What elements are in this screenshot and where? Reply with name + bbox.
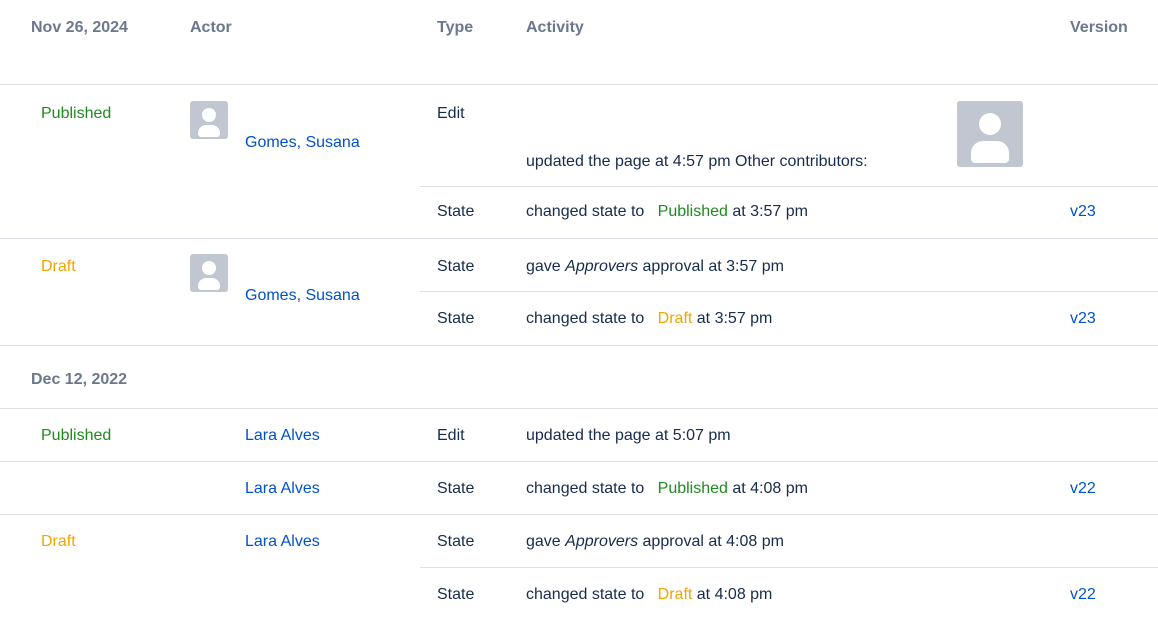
header-version: Version (1070, 19, 1128, 36)
row-divider (0, 514, 1158, 515)
header-activity: Activity (526, 19, 584, 36)
type-label: Edit (437, 427, 465, 444)
contributor-avatar-icon[interactable] (957, 101, 1023, 167)
state-label-draft: Draft (41, 258, 76, 275)
activity-prefix: changed state to (526, 310, 645, 327)
table-header: Nov 26, 2024 Actor Type Activity Version (0, 0, 1158, 84)
page-history-table: Nov 26, 2024 Actor Type Activity Version… (0, 0, 1158, 618)
type-label: State (437, 480, 475, 497)
version-link[interactable]: v22 (1070, 585, 1096, 605)
activity-text: changed state to Published at 3:57 pm (526, 202, 808, 222)
actor-link[interactable]: Gomes, Susana (245, 133, 360, 153)
header-type: Type (437, 19, 474, 36)
activity-emphasis: Approvers (565, 258, 639, 275)
user-avatar-icon (190, 101, 228, 139)
type-label: State (437, 310, 475, 327)
row-divider (0, 461, 1158, 462)
header-date: Nov 26, 2024 (31, 19, 128, 36)
header-divider (0, 84, 1158, 85)
version-link[interactable]: v22 (1070, 479, 1096, 499)
activity-prefix: changed state to (526, 586, 645, 603)
type-label: Edit (437, 105, 465, 122)
type-label: State (437, 258, 475, 275)
user-avatar-icon (190, 254, 228, 292)
activity-suffix: at 4:08 pm (732, 480, 808, 497)
row-divider (420, 567, 1158, 568)
version-link[interactable]: v23 (1070, 309, 1096, 329)
activity-suffix: at 4:08 pm (696, 586, 773, 603)
group-divider (0, 408, 1158, 409)
version-link[interactable]: v23 (1070, 202, 1096, 222)
actor-link[interactable]: Lara Alves (245, 426, 320, 446)
activity-prefix: changed state to (526, 203, 645, 220)
state-label-published: Published (41, 427, 112, 444)
activity-suffix: at 3:57 pm (732, 203, 808, 220)
activity-suffix: at 3:57 pm (696, 310, 773, 327)
activity-prefix: changed state to (526, 480, 645, 497)
actor-link[interactable]: Gomes, Susana (245, 286, 360, 306)
activity-suffix: approval at 3:57 pm (642, 258, 784, 275)
activity-state-draft: Draft (657, 310, 693, 327)
activity-prefix: gave (526, 533, 561, 550)
type-label: State (437, 533, 475, 550)
activity-text: updated the page at 4:57 pm Other contri… (526, 153, 868, 170)
activity-text: changed state to Draft at 4:08 pm (526, 585, 772, 605)
type-label: State (437, 586, 475, 603)
activity-state-draft: Draft (657, 586, 693, 603)
header-actor: Actor (190, 19, 232, 36)
state-label-published: Published (41, 105, 112, 122)
actor-link[interactable]: Lara Alves (245, 532, 320, 552)
group-divider (0, 345, 1158, 346)
activity-prefix: gave (526, 258, 561, 275)
activity-state-published: Published (657, 480, 728, 497)
activity-text: changed state to Published at 4:08 pm (526, 479, 808, 499)
activity-suffix: approval at 4:08 pm (642, 533, 784, 550)
date-group-heading: Dec 12, 2022 (31, 371, 128, 388)
actor-link[interactable]: Lara Alves (245, 479, 320, 499)
row-divider (420, 186, 1158, 187)
row-divider (0, 238, 1158, 239)
activity-text: gave Approvers approval at 3:57 pm (526, 257, 784, 277)
activity-text: updated the page at 5:07 pm (526, 427, 731, 444)
row-divider (420, 291, 1158, 292)
activity-text: changed state to Draft at 3:57 pm (526, 309, 772, 329)
activity-state-published: Published (657, 203, 728, 220)
activity-text: gave Approvers approval at 4:08 pm (526, 532, 784, 552)
type-label: State (437, 203, 475, 220)
state-label-draft: Draft (41, 533, 76, 550)
activity-emphasis: Approvers (565, 533, 639, 550)
